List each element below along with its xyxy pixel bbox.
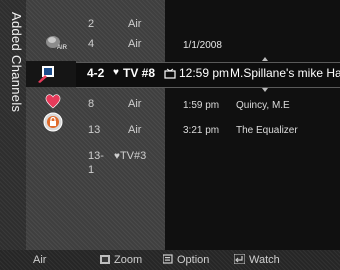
option-key-icon — [162, 254, 173, 267]
channel-name: Air — [128, 98, 142, 110]
channel-name: Air — [128, 18, 142, 30]
channel-number: 13-1 — [88, 150, 104, 176]
channel-name: Air — [128, 38, 142, 50]
guide-date: 1/1/2008 — [183, 40, 222, 51]
lock-icon[interactable] — [43, 112, 63, 137]
edit-channel-icon[interactable] — [37, 65, 57, 88]
scroll-up-indicator — [262, 57, 268, 61]
side-title-band: Added Channels — [0, 0, 26, 250]
channel-number: 2 — [88, 18, 95, 30]
channel-name: TV#3 — [119, 150, 147, 162]
svg-text:AIR: AIR — [57, 45, 68, 51]
zoom-key-icon — [100, 255, 110, 267]
watch-label: Watch — [249, 254, 280, 266]
zoom-label: Zoom — [114, 254, 143, 266]
zoom-button[interactable]: Zoom — [100, 254, 142, 267]
channel-number: 13 — [88, 124, 101, 136]
bottom-bar: Air Zoom Option Watch — [0, 250, 340, 270]
channel-name-group: ♥TV#3 — [114, 149, 146, 164]
channel-name: Air — [128, 124, 142, 136]
selected-program-time: 12:59 pm — [179, 66, 230, 80]
source-label: Air — [33, 254, 47, 266]
side-title: Added Channels — [9, 12, 24, 113]
program-time: 3:21 pm — [183, 125, 220, 136]
channel-list-screen: Added Channels AIR 4-2 ♥ TV #8 12:59 pm … — [0, 0, 340, 270]
watch-button[interactable]: Watch — [233, 253, 280, 267]
selected-row-icon-box — [26, 61, 76, 87]
selected-channel-heart: ♥ — [113, 67, 119, 78]
program-time: 1:59 pm — [183, 100, 220, 111]
heart-icon[interactable] — [44, 93, 62, 114]
scroll-down-indicator — [262, 88, 268, 92]
channel-number: 4 — [88, 38, 95, 50]
channel-number: 8 — [88, 98, 95, 110]
option-label: Option — [177, 254, 210, 266]
air-antenna-icon[interactable]: AIR — [44, 32, 70, 57]
enter-key-icon — [233, 253, 246, 267]
program-title: Quincy, M.E — [236, 100, 290, 111]
selected-channel-number: 4-2 — [87, 66, 105, 80]
option-button[interactable]: Option — [162, 254, 210, 267]
tv-schedule-icon — [164, 67, 176, 85]
selected-channel-name: TV #8 — [123, 66, 156, 80]
program-title: The Equalizer — [236, 125, 298, 136]
icon-column: AIR — [26, 0, 76, 250]
selected-program-title: M.Spillane's mike Ha.. — [230, 66, 340, 80]
